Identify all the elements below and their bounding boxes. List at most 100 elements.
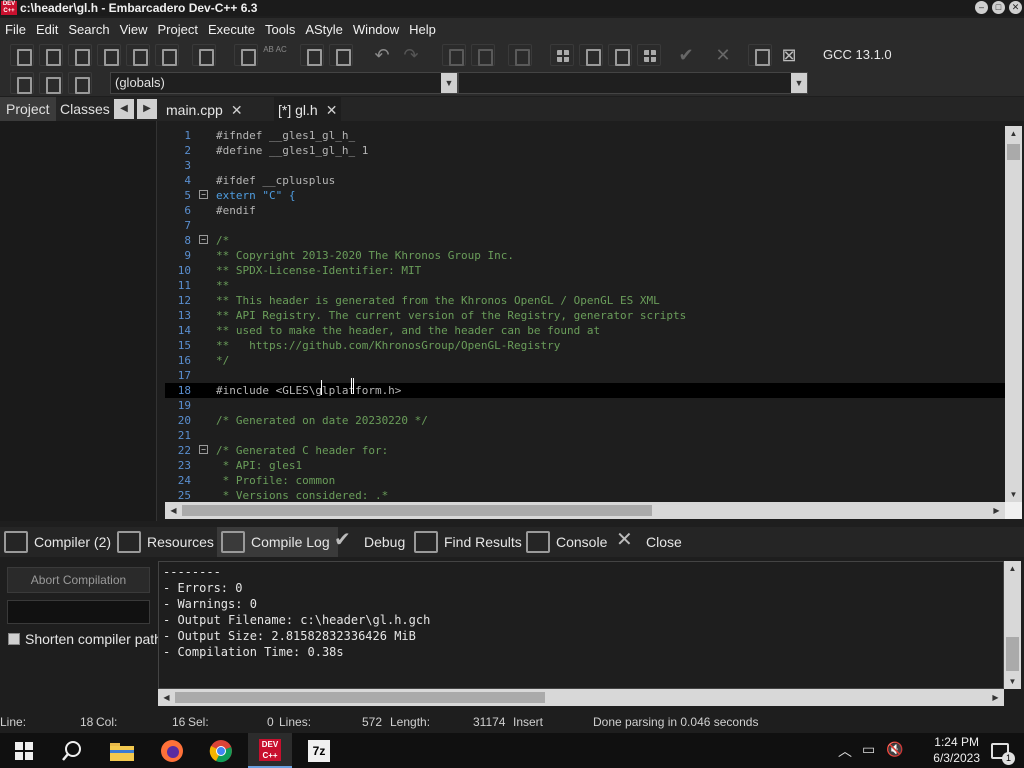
compiler-set-select[interactable]: GCC 13.1.0	[817, 44, 1022, 66]
fold-toggle-icon[interactable]: −	[199, 190, 208, 199]
new-file-icon[interactable]	[10, 44, 34, 66]
scroll-down-icon[interactable]: ▼	[1005, 487, 1022, 502]
profile-analysis-icon[interactable]	[748, 44, 772, 66]
tab-main-cpp[interactable]: main.cpp ✕	[162, 97, 247, 121]
code-editor[interactable]: 1 #ifndef __gles1_gl_h_ 2 #define __gles1_g…	[165, 126, 1005, 502]
code-line[interactable]: 6 #endif	[165, 203, 1005, 218]
goto-bookmark-icon[interactable]	[68, 72, 92, 94]
save-icon[interactable]	[68, 44, 92, 66]
minimize-button[interactable]: –	[975, 1, 988, 14]
bookmark-icon[interactable]	[39, 72, 63, 94]
scroll-down-icon[interactable]: ▼	[1004, 674, 1021, 689]
tab-resources[interactable]: Resources	[113, 527, 222, 557]
scroll-thumb[interactable]	[1007, 144, 1020, 160]
compile-icon[interactable]	[550, 44, 574, 66]
menu-project[interactable]: Project	[153, 22, 203, 37]
save-all-icon[interactable]	[97, 44, 121, 66]
menu-window[interactable]: Window	[348, 22, 404, 37]
code-line[interactable]: 5− extern "C" {	[165, 188, 1005, 203]
close-panel-button[interactable]: ✕ Close	[612, 527, 690, 557]
maximize-button[interactable]: □	[992, 1, 1005, 14]
log-vertical-scrollbar[interactable]: ▲ ▼	[1004, 561, 1021, 689]
abort-compilation-button[interactable]: Abort Compilation	[7, 567, 150, 593]
close-icon[interactable]: ✕	[231, 102, 243, 118]
scroll-thumb[interactable]	[175, 692, 545, 703]
compile-run-icon[interactable]	[608, 44, 632, 66]
print-icon[interactable]	[192, 44, 216, 66]
add-to-project-icon[interactable]	[471, 44, 495, 66]
menu-help[interactable]: Help	[404, 22, 441, 37]
tab-classes[interactable]: Classes	[54, 97, 116, 121]
compile-log-output[interactable]: -------- - Errors: 0 - Warnings: 0 - Output…	[158, 561, 1004, 689]
taskbar-firefox[interactable]	[150, 733, 194, 768]
open-file-icon[interactable]	[39, 44, 63, 66]
taskbar-7zip[interactable]: 7z	[297, 733, 341, 768]
tab-compiler[interactable]: Compiler (2)	[0, 527, 119, 557]
rebuild-all-icon[interactable]	[637, 44, 661, 66]
code-line[interactable]: 9 ** Copyright 2013-2020 The Khronos Grou…	[165, 248, 1005, 263]
chevron-left-icon[interactable]: ◀	[114, 99, 134, 119]
scroll-up-icon[interactable]: ▲	[1004, 561, 1021, 576]
scroll-thumb[interactable]	[1006, 637, 1019, 671]
class-browser-combo[interactable]: (globals) ▼	[110, 72, 458, 94]
code-line[interactable]: 23 * API: gles1	[165, 458, 1005, 473]
taskbar-devcpp[interactable]: DEV C++	[248, 733, 292, 768]
find-icon[interactable]	[234, 44, 258, 66]
code-line[interactable]: 24 * Profile: common	[165, 473, 1005, 488]
shorten-path-option[interactable]: Shorten compiler path	[8, 630, 162, 648]
code-line[interactable]: 2 #define __gles1_gl_h_ 1	[165, 143, 1005, 158]
search-button[interactable]	[50, 733, 94, 768]
editor-vertical-scrollbar[interactable]: ▲ ▼	[1005, 126, 1022, 502]
stop-execution-icon[interactable]: ✕	[711, 44, 735, 66]
code-line[interactable]: 1 #ifndef __gles1_gl_h_	[165, 128, 1005, 143]
code-line[interactable]: 8−/*	[165, 233, 1005, 248]
network-icon[interactable]: ▭	[862, 741, 875, 758]
redo-icon[interactable]: ↷	[399, 44, 423, 66]
undo-icon[interactable]: ↶	[370, 44, 394, 66]
goto-line-icon[interactable]	[300, 44, 324, 66]
project-options-icon[interactable]	[508, 44, 532, 66]
code-line[interactable]: 10 ** SPDX-License-Identifier: MIT	[165, 263, 1005, 278]
close-icon[interactable]: ✕	[326, 102, 338, 118]
code-line[interactable]: 19	[165, 398, 1005, 413]
code-line[interactable]: 7	[165, 218, 1005, 233]
menu-execute[interactable]: Execute	[203, 22, 260, 37]
scroll-left-icon[interactable]: ◀	[165, 503, 182, 518]
insert-icon[interactable]	[10, 72, 34, 94]
run-icon[interactable]	[579, 44, 603, 66]
tab-compile-log[interactable]: Compile Log	[217, 527, 338, 557]
menu-view[interactable]: View	[115, 22, 153, 37]
project-tree[interactable]	[0, 121, 157, 521]
syntax-check-icon[interactable]: ✔	[674, 44, 698, 66]
notification-center-button[interactable]: 1	[980, 733, 1020, 768]
editor-horizontal-scrollbar[interactable]: ◀ ▶	[165, 502, 1005, 519]
system-clock[interactable]: 1:24 PM 6/3/2023	[933, 734, 980, 766]
taskbar-chrome[interactable]	[199, 733, 243, 768]
code-line[interactable]: 21	[165, 428, 1005, 443]
volume-icon[interactable]: 🔇	[886, 741, 903, 758]
code-line[interactable]: 4 #ifdef __cplusplus	[165, 173, 1005, 188]
code-line[interactable]: 20 /* Generated on date 20230220 */	[165, 413, 1005, 428]
scroll-up-icon[interactable]: ▲	[1005, 126, 1022, 141]
code-line[interactable]: 11 **	[165, 278, 1005, 293]
menu-search[interactable]: Search	[63, 22, 114, 37]
scroll-right-icon[interactable]: ▶	[988, 503, 1005, 518]
scroll-right-icon[interactable]: ▶	[987, 690, 1004, 705]
close-window-button[interactable]: ✕	[1009, 1, 1022, 14]
chevron-down-icon[interactable]: ▼	[441, 73, 457, 93]
close-file-icon[interactable]	[126, 44, 150, 66]
tab-find-results[interactable]: Find Results	[410, 527, 530, 557]
code-line[interactable]: 14 ** used to make the header, and the he…	[165, 323, 1005, 338]
menu-tools[interactable]: Tools	[260, 22, 300, 37]
code-line[interactable]: 22−/* Generated C header for:	[165, 443, 1005, 458]
scroll-left-icon[interactable]: ◀	[158, 690, 175, 705]
code-line[interactable]: 16 */	[165, 353, 1005, 368]
tab-gl-h[interactable]: [*] gl.h ✕	[274, 97, 342, 121]
log-horizontal-scrollbar[interactable]: ◀ ▶	[158, 689, 1004, 706]
function-combo[interactable]: ▼	[458, 72, 808, 94]
shorten-path-checkbox[interactable]	[8, 633, 20, 645]
scroll-thumb[interactable]	[182, 505, 652, 516]
taskbar-file-explorer[interactable]	[100, 733, 144, 768]
menu-file[interactable]: File	[0, 22, 31, 37]
code-line[interactable]: 13 ** API Registry. The current version o…	[165, 308, 1005, 323]
